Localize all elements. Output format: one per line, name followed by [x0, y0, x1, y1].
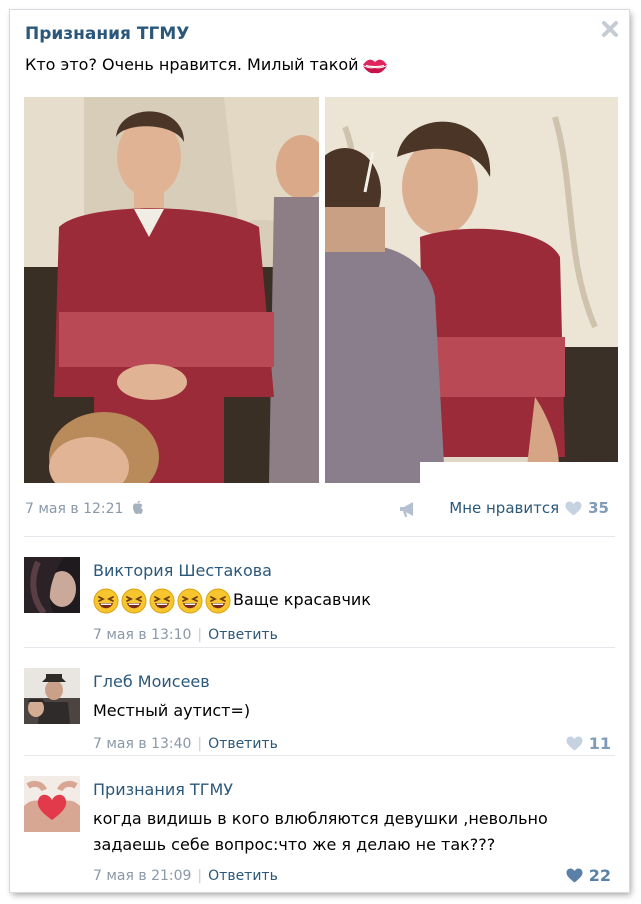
separator: | [197, 736, 203, 752]
separator: | [197, 627, 203, 643]
post-text: Кто это? Очень нравится. Милый такой [25, 55, 389, 76]
laughing-emoji-icon [177, 588, 203, 613]
heart-icon [566, 868, 583, 883]
avatar[interactable] [24, 557, 80, 613]
close-icon[interactable] [601, 20, 619, 38]
post-author[interactable]: Признания ТГМУ [25, 24, 189, 44]
comment-text: когда видишь в кого влюбляются девушки ,… [93, 806, 548, 858]
comment-author[interactable]: Признания ТГМУ [93, 780, 233, 799]
comment-text: Местный аутист=) [93, 701, 251, 720]
post-date-text: 7 мая в 12:21 [25, 501, 124, 517]
reply-button[interactable]: Ответить [208, 868, 278, 884]
post-photo-2[interactable] [325, 97, 618, 483]
comment-text-line: когда видишь в кого влюбляются девушки ,… [93, 809, 548, 828]
comment-date[interactable]: 7 мая в 21:09 [93, 868, 191, 884]
comment-like-button[interactable]: 22 [566, 866, 611, 885]
megaphone-icon[interactable] [398, 501, 418, 519]
reply-button[interactable]: Ответить [208, 627, 278, 643]
comment-date[interactable]: 7 мая в 13:40 [93, 736, 191, 752]
avatar[interactable] [24, 668, 80, 724]
comment-author[interactable]: Виктория Шестакова [93, 561, 272, 580]
comment-meta: 7 мая в 13:40 | Ответить [93, 736, 278, 752]
comment-text: Ваще красавчик [93, 587, 371, 614]
post-card: Признания ТГМУ Кто это? Очень нравится. … [10, 10, 629, 892]
laughing-emoji-icon [93, 588, 119, 613]
post-text-content: Кто это? Очень нравится. Милый такой [25, 55, 359, 74]
comment-item: Виктория Шестакова Ваще красавчик 7 мая … [10, 537, 629, 647]
comment-author[interactable]: Глеб Моисеев [93, 672, 210, 691]
like-label: Мне нравится [449, 499, 560, 517]
like-count: 22 [588, 866, 611, 885]
comment-item: Глеб Моисеев Местный аутист=) 7 мая в 13… [10, 648, 629, 758]
post-date[interactable]: 7 мая в 12:21 [25, 501, 143, 517]
post-photo-1[interactable] [24, 97, 319, 483]
comment-like-button[interactable]: 11 [566, 734, 611, 753]
phone-icon [132, 501, 143, 514]
comment-meta: 7 мая в 13:10 | Ответить [93, 627, 278, 643]
comment-item: Признания ТГМУ когда видишь в кого влюбл… [10, 756, 629, 892]
laughing-emoji-icon [149, 588, 175, 613]
comment-date[interactable]: 7 мая в 13:10 [93, 627, 191, 643]
comment-text-content: Ваще красавчик [233, 590, 371, 609]
avatar[interactable] [24, 776, 80, 832]
heart-icon [565, 501, 582, 515]
kiss-icon [362, 59, 387, 73]
laughing-emoji-icon [205, 588, 231, 613]
emoji-row [93, 588, 233, 613]
like-count: 11 [588, 734, 611, 753]
laughing-emoji-icon [121, 588, 147, 613]
like-count: 35 [588, 499, 609, 517]
separator: | [197, 868, 203, 884]
post-like-button[interactable]: Мне нравится 35 [449, 499, 609, 517]
reply-button[interactable]: Ответить [208, 736, 278, 752]
comment-meta: 7 мая в 21:09 | Ответить [93, 868, 278, 884]
heart-icon [566, 736, 583, 751]
comment-text-line: задаешь себе вопрос:что же я делаю не та… [93, 835, 496, 854]
